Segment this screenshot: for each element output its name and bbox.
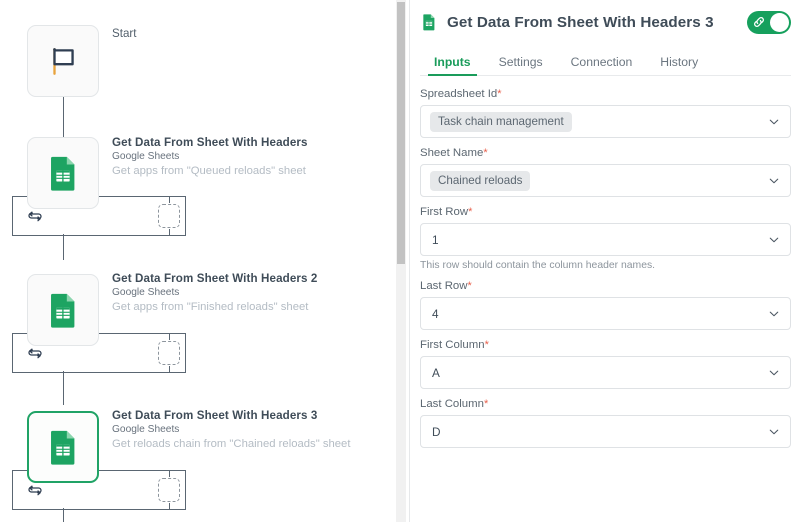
required-marker: *	[497, 88, 502, 100]
panel-divider	[409, 0, 410, 522]
last-column-value: D	[432, 424, 441, 439]
add-step-placeholder-1[interactable]	[158, 204, 180, 228]
placeholder-stub-top-2	[169, 333, 170, 340]
tab-history[interactable]: History	[646, 55, 712, 76]
flow-node-1-title: Get Data From Sheet With Headers	[112, 136, 308, 149]
flow-node-2[interactable]	[27, 274, 99, 346]
field-last-column: Last Column* D	[420, 398, 791, 448]
placeholder-stub-top-1	[169, 196, 170, 203]
flow-node-start[interactable]	[27, 25, 99, 97]
chevron-down-icon	[769, 370, 779, 375]
flow-node-2-description: Get apps from "Finished reloads" sheet	[112, 301, 309, 313]
spreadsheet-id-select[interactable]: Task chain management	[420, 105, 791, 138]
workflow-editor: Start Get Data From Sheet With Headers G…	[0, 0, 805, 522]
last-row-value: 4	[432, 306, 439, 321]
add-step-placeholder-3[interactable]	[158, 478, 180, 502]
connection-toggle[interactable]	[747, 10, 791, 34]
panel-tabs: Inputs Settings Connection History	[398, 44, 805, 76]
flow-node-3[interactable]	[27, 411, 99, 483]
link-icon	[754, 16, 764, 27]
flow-node-3-description: Get reloads chain from "Chained reloads"…	[112, 438, 351, 450]
connector-node1-to-node2	[63, 234, 64, 260]
scrollbar-thumb[interactable]	[397, 2, 405, 264]
sheet-name-value: Chained reloads	[430, 170, 531, 191]
google-sheets-icon	[51, 430, 75, 465]
chevron-down-icon	[769, 429, 779, 434]
chevron-down-icon	[769, 119, 779, 124]
flow-canvas-scroll: Start Get Data From Sheet With Headers G…	[0, 0, 398, 522]
connector-node2-to-node3	[63, 371, 64, 405]
connector-start-to-node1	[63, 97, 64, 137]
placeholder-stub-top-3	[169, 470, 170, 477]
field-sheet-name-label: Sheet Name*	[420, 147, 488, 159]
first-row-hint: This row should contain the column heade…	[420, 260, 656, 271]
flow-node-1-text: Get Data From Sheet With Headers Google …	[112, 135, 396, 179]
add-step-placeholder-2[interactable]	[158, 341, 180, 365]
first-row-select[interactable]: 1	[420, 223, 791, 256]
chevron-down-icon	[769, 311, 779, 316]
required-marker: *	[483, 398, 489, 410]
flow-node-2-text: Get Data From Sheet With Headers 2 Googl…	[112, 271, 396, 315]
sheet-name-select[interactable]: Chained reloads	[420, 164, 791, 197]
inputs-form: Spreadsheet Id* Task chain management Sh…	[398, 76, 805, 448]
google-sheets-icon	[51, 293, 75, 328]
field-last-column-label: Last Column*	[420, 398, 489, 410]
loop-icon	[28, 485, 42, 496]
flow-node-3-app: Google Sheets	[112, 424, 180, 435]
flow-node-1-app: Google Sheets	[112, 151, 180, 162]
field-first-column: First Column* A	[420, 339, 791, 389]
field-first-column-label: First Column*	[420, 339, 489, 351]
placeholder-stub-bottom-3	[169, 503, 170, 510]
toggle-knob	[770, 12, 789, 32]
flow-node-3-title: Get Data From Sheet With Headers 3	[112, 409, 318, 422]
field-spreadsheet-id-label: Spreadsheet Id*	[420, 88, 502, 100]
connector-node3-to-next	[63, 508, 64, 522]
panel-title: Get Data From Sheet With Headers 3	[447, 13, 714, 31]
flow-node-2-app: Google Sheets	[112, 287, 180, 298]
chevron-down-icon	[769, 237, 779, 242]
last-row-select[interactable]: 4	[420, 297, 791, 330]
first-column-value: A	[432, 365, 440, 380]
google-sheets-icon	[423, 14, 435, 31]
field-first-row: First Row* 1 This row should contain the…	[420, 206, 791, 271]
required-marker: *	[483, 147, 488, 159]
chevron-down-icon	[769, 178, 779, 183]
flow-node-1[interactable]	[27, 137, 99, 209]
field-last-row-label: Last Row*	[420, 280, 472, 292]
flow-node-3-text: Get Data From Sheet With Headers 3 Googl…	[112, 408, 396, 452]
panel-header: Get Data From Sheet With Headers 3	[398, 0, 805, 44]
loop-icon	[28, 348, 42, 359]
field-last-row: Last Row* 4	[420, 280, 791, 330]
tab-settings[interactable]: Settings	[485, 55, 557, 76]
placeholder-stub-bottom-1	[169, 229, 170, 236]
google-sheets-icon	[51, 156, 75, 191]
required-marker: *	[467, 280, 472, 292]
field-sheet-name: Sheet Name* Chained reloads	[420, 147, 791, 197]
required-marker: *	[468, 206, 473, 218]
field-first-row-label: First Row*	[420, 206, 473, 218]
flow-node-1-description: Get apps from "Queued reloads" sheet	[112, 165, 306, 177]
flow-node-start-label: Start	[112, 27, 137, 40]
flow-node-2-title: Get Data From Sheet With Headers 2	[112, 272, 318, 285]
tab-connection[interactable]: Connection	[557, 55, 647, 76]
flag-icon	[53, 48, 74, 75]
tab-inputs[interactable]: Inputs	[420, 55, 485, 76]
loop-icon	[28, 211, 42, 222]
first-column-select[interactable]: A	[420, 356, 791, 389]
canvas-vertical-scrollbar[interactable]	[396, 0, 406, 522]
placeholder-stub-bottom-2	[169, 366, 170, 373]
last-column-select[interactable]: D	[420, 415, 791, 448]
field-spreadsheet-id: Spreadsheet Id* Task chain management	[420, 88, 791, 138]
spreadsheet-id-value: Task chain management	[430, 111, 572, 132]
first-row-value: 1	[432, 232, 439, 247]
flow-canvas[interactable]: Start Get Data From Sheet With Headers G…	[0, 0, 398, 522]
required-marker: *	[484, 339, 489, 351]
step-details-panel: Get Data From Sheet With Headers 3 Input…	[398, 0, 805, 522]
